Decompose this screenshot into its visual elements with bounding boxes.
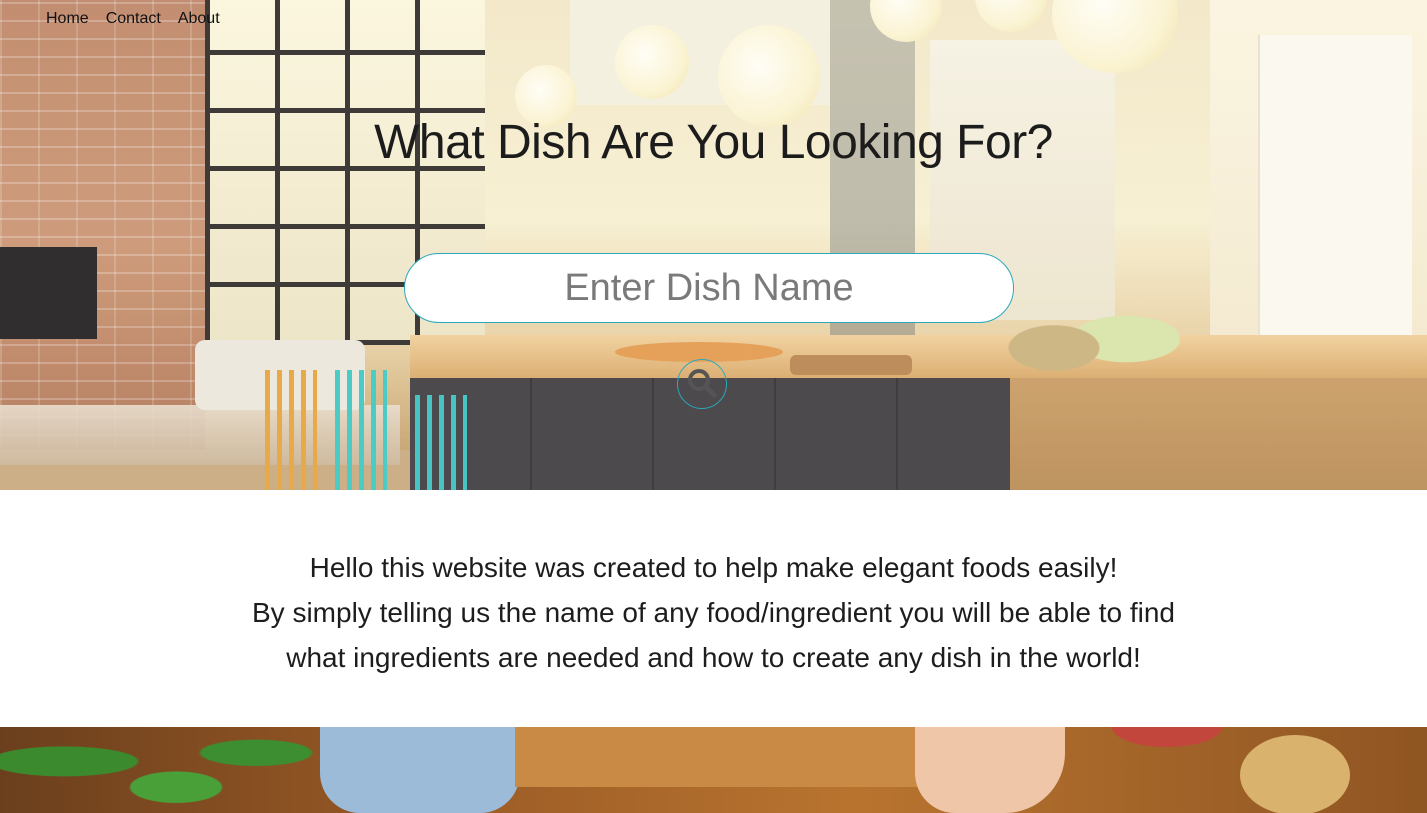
kitchen-ingredients-image [0, 727, 1427, 813]
dish-search-input[interactable] [404, 253, 1014, 323]
nav-link-contact[interactable]: Contact [106, 10, 161, 28]
top-nav: Home Contact About [46, 10, 220, 28]
nav-link-about[interactable]: About [178, 10, 220, 28]
hero-banner: Home Contact About What Dish Are You Loo… [0, 0, 1427, 490]
intro-text: Hello this website was created to help m… [0, 545, 1427, 680]
intro-line: Hello this website was created to help m… [309, 552, 1118, 583]
search-icon [686, 367, 718, 402]
intro-line: By simply telling us the name of any foo… [252, 597, 1175, 628]
nav-link-home[interactable]: Home [46, 10, 89, 28]
intro-line: what ingredients are needed and how to c… [286, 642, 1141, 673]
search-button[interactable] [677, 359, 727, 409]
page-title: What Dish Are You Looking For? [374, 116, 1053, 169]
